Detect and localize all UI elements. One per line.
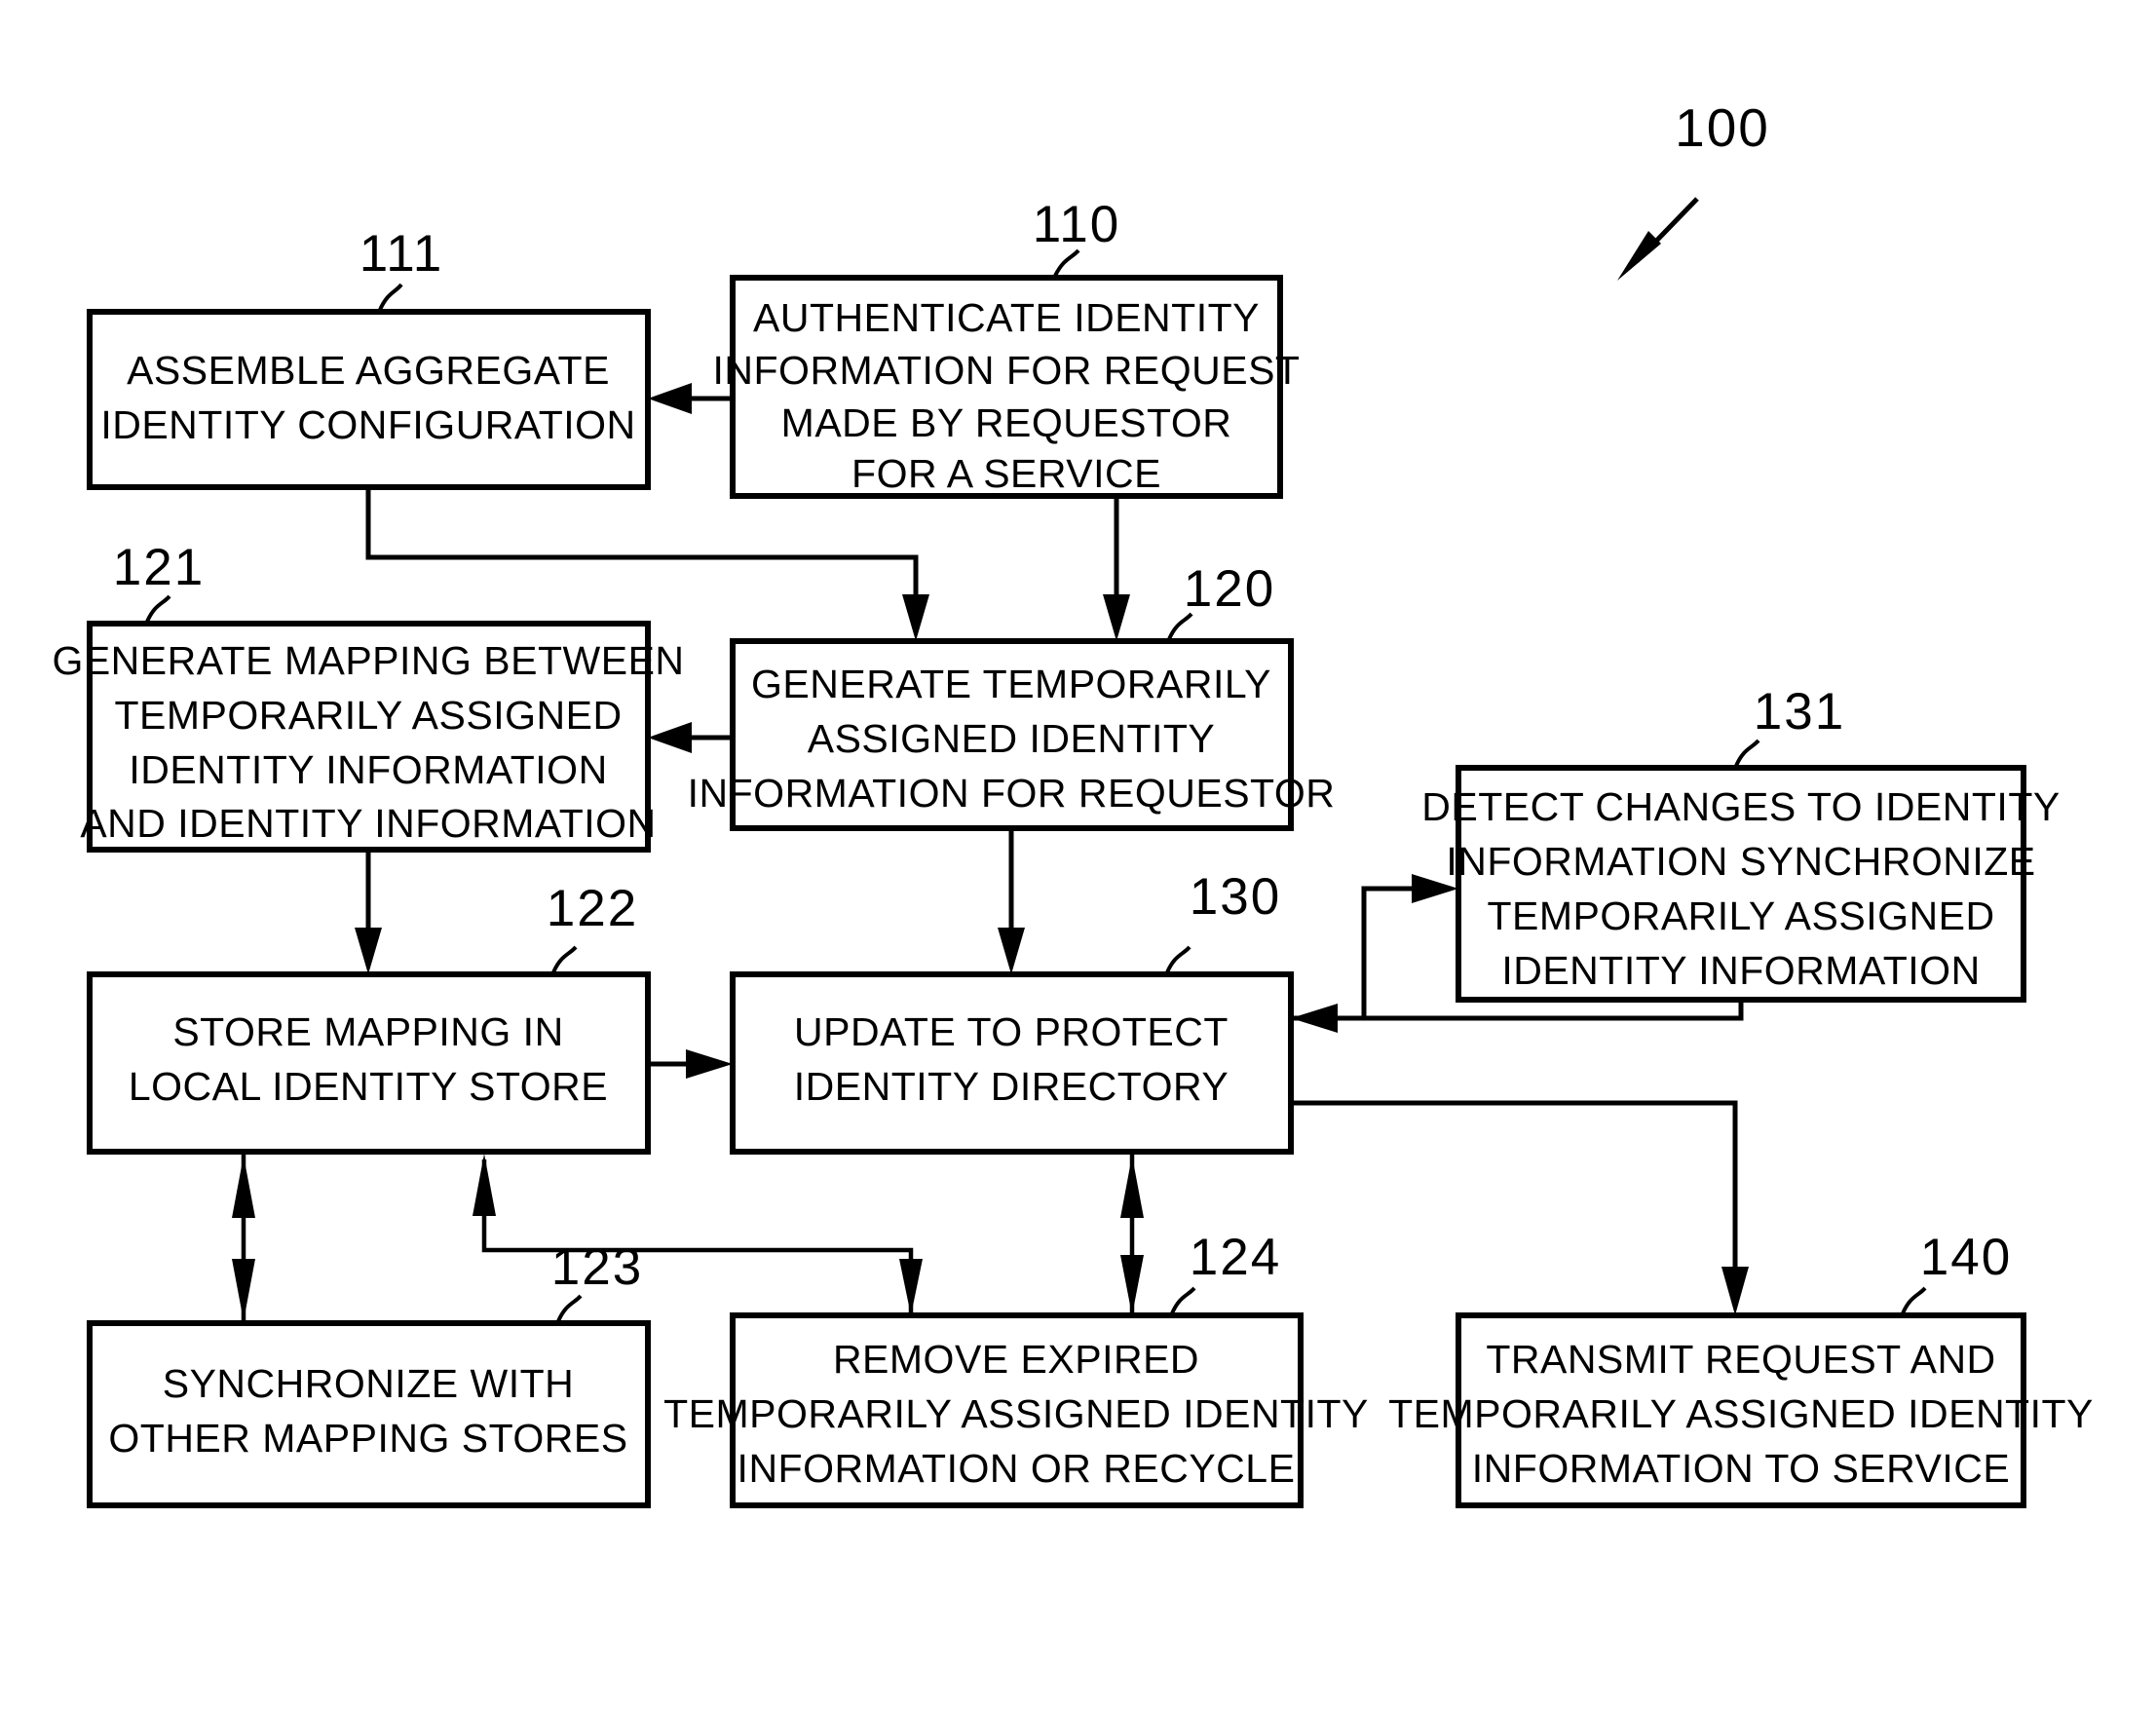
ref-label-122: 122	[547, 880, 638, 937]
node-120[interactable]: GENERATE TEMPORARILY ASSIGNED IDENTITY I…	[688, 638, 1336, 831]
ref-label-110: 110	[1033, 196, 1121, 253]
patent-figure-canvas: 100 AUTHENTICATE IDENTITY INFORMATION FO…	[0, 0, 2156, 1709]
node-123-line-0: SYNCHRONIZE WITH	[163, 1361, 575, 1406]
figure-callout-100: 100	[1617, 97, 1770, 281]
node-121-line-1: TEMPORARILY ASSIGNED	[114, 693, 622, 738]
node-140-line-2: INFORMATION TO SERVICE	[1472, 1446, 2010, 1491]
node-111-line-1: IDENTITY CONFIGURATION	[100, 402, 635, 447]
node-110-line-0: AUTHENTICATE IDENTITY	[753, 295, 1260, 340]
ref-label-131: 131	[1754, 683, 1845, 741]
ref-label-140: 140	[1920, 1229, 2012, 1286]
node-130-line-1: IDENTITY DIRECTORY	[794, 1064, 1229, 1109]
conn-130-to-140	[1291, 1100, 1749, 1315]
node-124-line-0: REMOVE EXPIRED	[833, 1337, 1199, 1382]
node-123[interactable]: SYNCHRONIZE WITH OTHER MAPPING STORES	[87, 1320, 651, 1508]
node-124-line-1: TEMPORARILY ASSIGNED IDENTITY	[663, 1391, 1369, 1436]
node-122-line-0: STORE MAPPING IN	[172, 1009, 563, 1054]
conn-111-to-120	[365, 487, 929, 641]
node-130[interactable]: UPDATE TO PROTECT IDENTITY DIRECTORY	[730, 971, 1294, 1155]
node-131[interactable]: DETECT CHANGES TO IDENTITY INFORMATION S…	[1421, 765, 2060, 1003]
conn-130-to-131	[1291, 874, 1458, 1021]
node-122-line-1: LOCAL IDENTITY STORE	[129, 1064, 608, 1109]
ref-label-130: 130	[1190, 868, 1281, 926]
node-124[interactable]: REMOVE EXPIRED TEMPORARILY ASSIGNED IDEN…	[663, 1312, 1369, 1508]
ref-label-121: 121	[113, 539, 205, 596]
node-124-line-2: INFORMATION OR RECYCLE	[738, 1446, 1296, 1491]
conn-130-to-124	[1120, 1152, 1144, 1315]
conn-120-to-121	[648, 722, 733, 753]
node-120-line-0: GENERATE TEMPORARILY	[751, 662, 1271, 706]
node-140-line-1: TEMPORARILY ASSIGNED IDENTITY	[1388, 1391, 2094, 1436]
ref-label-120: 120	[1184, 560, 1275, 618]
node-110[interactable]: AUTHENTICATE IDENTITY INFORMATION FOR RE…	[713, 275, 1301, 499]
flow-diagram-svg: 100 AUTHENTICATE IDENTITY INFORMATION FO…	[52, 97, 2094, 1508]
node-121[interactable]: GENERATE MAPPING BETWEEN TEMPORARILY ASS…	[52, 621, 684, 853]
ref-label-111: 111	[359, 225, 444, 283]
ref-label-123: 123	[551, 1238, 643, 1296]
node-131-line-1: INFORMATION SYNCHRONIZE	[1446, 839, 2035, 884]
node-110-line-1: INFORMATION FOR REQUEST	[713, 348, 1301, 393]
node-120-line-2: INFORMATION FOR REQUESTOR	[688, 771, 1336, 816]
node-120-line-1: ASSIGNED IDENTITY	[808, 716, 1216, 761]
node-122[interactable]: STORE MAPPING IN LOCAL IDENTITY STORE	[87, 971, 651, 1155]
node-121-line-2: IDENTITY INFORMATION	[129, 747, 607, 792]
node-140[interactable]: TRANSMIT REQUEST AND TEMPORARILY ASSIGNE…	[1388, 1312, 2094, 1508]
conn-122-to-123	[232, 1152, 255, 1323]
node-131-line-3: IDENTITY INFORMATION	[1501, 948, 1980, 993]
node-140-line-0: TRANSMIT REQUEST AND	[1486, 1337, 1995, 1382]
node-111[interactable]: ASSEMBLE AGGREGATE IDENTITY CONFIGURATIO…	[87, 309, 651, 490]
ref-label-124: 124	[1190, 1229, 1281, 1286]
node-123-line-1: OTHER MAPPING STORES	[108, 1416, 627, 1461]
conn-122-to-130	[648, 1049, 733, 1079]
node-121-line-3: AND IDENTITY INFORMATION	[80, 801, 656, 846]
node-111-line-0: ASSEMBLE AGGREGATE	[127, 348, 610, 393]
conn-120-to-130	[998, 828, 1025, 974]
node-121-line-0: GENERATE MAPPING BETWEEN	[52, 638, 684, 683]
conn-110-to-120	[1103, 496, 1130, 641]
node-130-line-0: UPDATE TO PROTECT	[794, 1009, 1229, 1054]
node-110-line-3: FOR A SERVICE	[851, 451, 1161, 496]
node-131-line-0: DETECT CHANGES TO IDENTITY	[1421, 784, 2060, 829]
node-110-line-2: MADE BY REQUESTOR	[781, 400, 1232, 445]
conn-121-to-122	[355, 850, 382, 974]
figure-callout-label: 100	[1675, 97, 1770, 158]
node-131-line-2: TEMPORARILY ASSIGNED	[1487, 893, 1994, 938]
conn-122-to-124	[473, 1154, 923, 1315]
